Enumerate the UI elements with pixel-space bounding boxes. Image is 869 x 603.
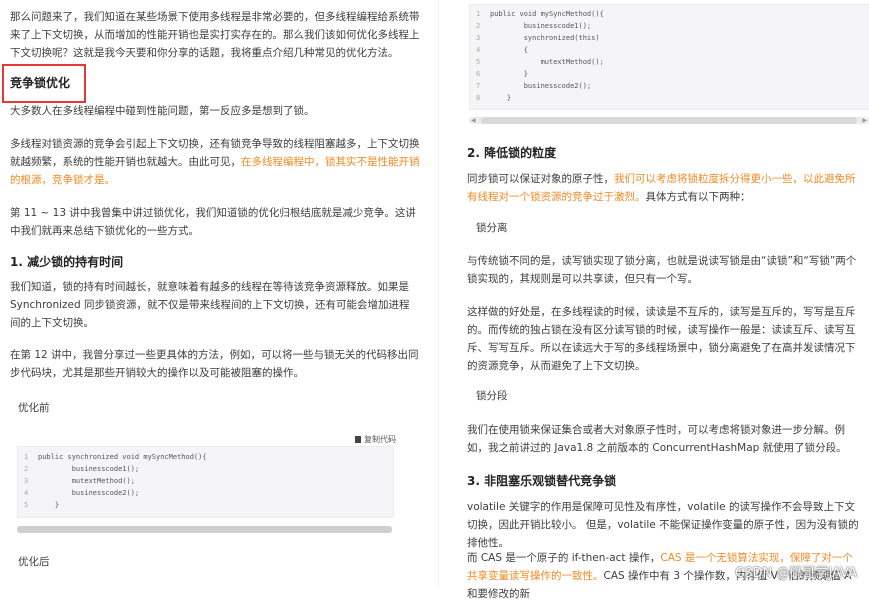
paragraph-8: 这样做的好处是，在多线程读的时候，读读是不互斥的，读写是互斥的，写写是互斥的。而… bbox=[467, 306, 856, 372]
column-divider bbox=[438, 0, 439, 587]
line-number: 7 bbox=[476, 82, 481, 90]
intro-paragraph: 那么问题来了，我们知道在某些场景下使用多线程是非常必要的，但多线程编程给系统带来… bbox=[10, 11, 420, 59]
line-number: 5 bbox=[24, 501, 29, 509]
line-number: 1 bbox=[476, 10, 481, 18]
line-number: 4 bbox=[24, 489, 29, 497]
after-label: 优化后 bbox=[18, 556, 50, 568]
code-line: public void mySyncMethod(){ bbox=[490, 10, 604, 18]
line-number: 5 bbox=[476, 58, 481, 66]
code-line: businesscode1(); bbox=[490, 22, 592, 30]
section-title: 竞争锁优化 bbox=[10, 76, 71, 90]
scroll-left-icon[interactable]: ◀ bbox=[471, 117, 476, 124]
line-number: 1 bbox=[24, 453, 29, 461]
heading-optimistic-lock: 3. 非阻塞乐观锁替代竞争锁 bbox=[467, 474, 617, 488]
watermark: CSDN @码哥学JAVA bbox=[735, 566, 857, 581]
horizontal-scrollbar[interactable] bbox=[17, 526, 392, 533]
horizontal-scrollbar[interactable]: ◀ ▶ bbox=[469, 117, 869, 124]
code-line: mutextMethod(); bbox=[490, 58, 604, 66]
code-line: } bbox=[490, 70, 528, 78]
line-number: 3 bbox=[476, 34, 481, 42]
paragraph-3: 第 11 ~ 13 讲中我曾集中讲过锁优化，我们知道锁的优化归根结底就是减少竞争… bbox=[10, 207, 416, 237]
code-line: } bbox=[38, 501, 60, 509]
paragraph-6-tail: 具体方式有以下两种： bbox=[645, 191, 751, 203]
paragraph-2: 多线程对锁资源的竞争会引起上下文切换，还有锁竞争导致的线程阻塞越多，上下文切换就… bbox=[10, 135, 420, 189]
line-number: 4 bbox=[476, 46, 481, 54]
code-line: businesscode2(); bbox=[490, 82, 592, 90]
code-line: } bbox=[490, 94, 512, 102]
code-block-before: 1 public synchronized void mySyncMethod(… bbox=[17, 446, 394, 518]
scroll-right-icon[interactable]: ▶ bbox=[862, 117, 867, 124]
line-number: 2 bbox=[476, 22, 481, 30]
line-number: 2 bbox=[24, 465, 29, 473]
code-block-after: 1 public void mySyncMethod(){ 2 business… bbox=[469, 4, 869, 110]
paragraph-6: 同步锁可以保证对象的原子性，我们可以考虑将锁粒度拆分得更小一些，以此避免所有线程… bbox=[467, 170, 862, 206]
line-number: 6 bbox=[476, 70, 481, 78]
copy-code-button[interactable]: 复制代码 bbox=[355, 434, 396, 445]
paragraph-11-text: 而 CAS 是一个原子的 if-then-act 操作， bbox=[467, 552, 661, 564]
paragraph-7: 与传统锁不同的是，读写锁实现了锁分离，也就是说读写锁是由“读锁”和“写锁”两个锁… bbox=[467, 255, 857, 285]
code-line: mutextMethod(); bbox=[38, 477, 135, 485]
paragraph-10: volatile 关键字的作用是保障可见性及有序性，volatile 的读写操作… bbox=[467, 501, 859, 549]
paragraph-6-text: 同步锁可以保证对象的原子性， bbox=[467, 173, 614, 185]
line-number: 3 bbox=[24, 477, 29, 485]
paragraph-5: 在第 12 讲中，我曾分享过一些更具体的方法，例如，可以将一些与锁无关的代码移出… bbox=[10, 349, 419, 379]
paragraph-4: 我们知道，锁的持有时间越长，就意味着有越多的线程在等待该竞争资源释放。如果是 S… bbox=[10, 281, 410, 329]
heading-reduce-hold-time: 1. 减少锁的持有时间 bbox=[10, 255, 124, 269]
copy-icon bbox=[355, 436, 361, 443]
copy-code-label: 复制代码 bbox=[364, 435, 396, 444]
subheading-lock-separation: 锁分离 bbox=[476, 222, 508, 234]
scrollbar-thumb[interactable] bbox=[17, 526, 392, 533]
code-line: { bbox=[490, 46, 528, 54]
before-label: 优化前 bbox=[18, 402, 50, 414]
code-line: synchronized(this) bbox=[490, 34, 600, 42]
code-line: public synchronized void mySyncMethod(){ bbox=[38, 453, 207, 461]
heading-reduce-granularity: 2. 降低锁的粒度 bbox=[467, 146, 557, 160]
line-number: 8 bbox=[476, 94, 481, 102]
paragraph-1: 大多数人在多线程编程中碰到性能问题，第一反应多是想到了锁。 bbox=[10, 105, 315, 117]
subheading-lock-segment: 锁分段 bbox=[476, 390, 508, 402]
code-line: businesscode2(); bbox=[38, 489, 140, 497]
scrollbar-thumb[interactable] bbox=[481, 117, 857, 124]
paragraph-9: 我们在使用锁来保证集合或者大对象原子性时，可以考虑将锁对象进一步分解。例如，我之… bbox=[467, 424, 847, 454]
code-line: businesscode1(); bbox=[38, 465, 140, 473]
